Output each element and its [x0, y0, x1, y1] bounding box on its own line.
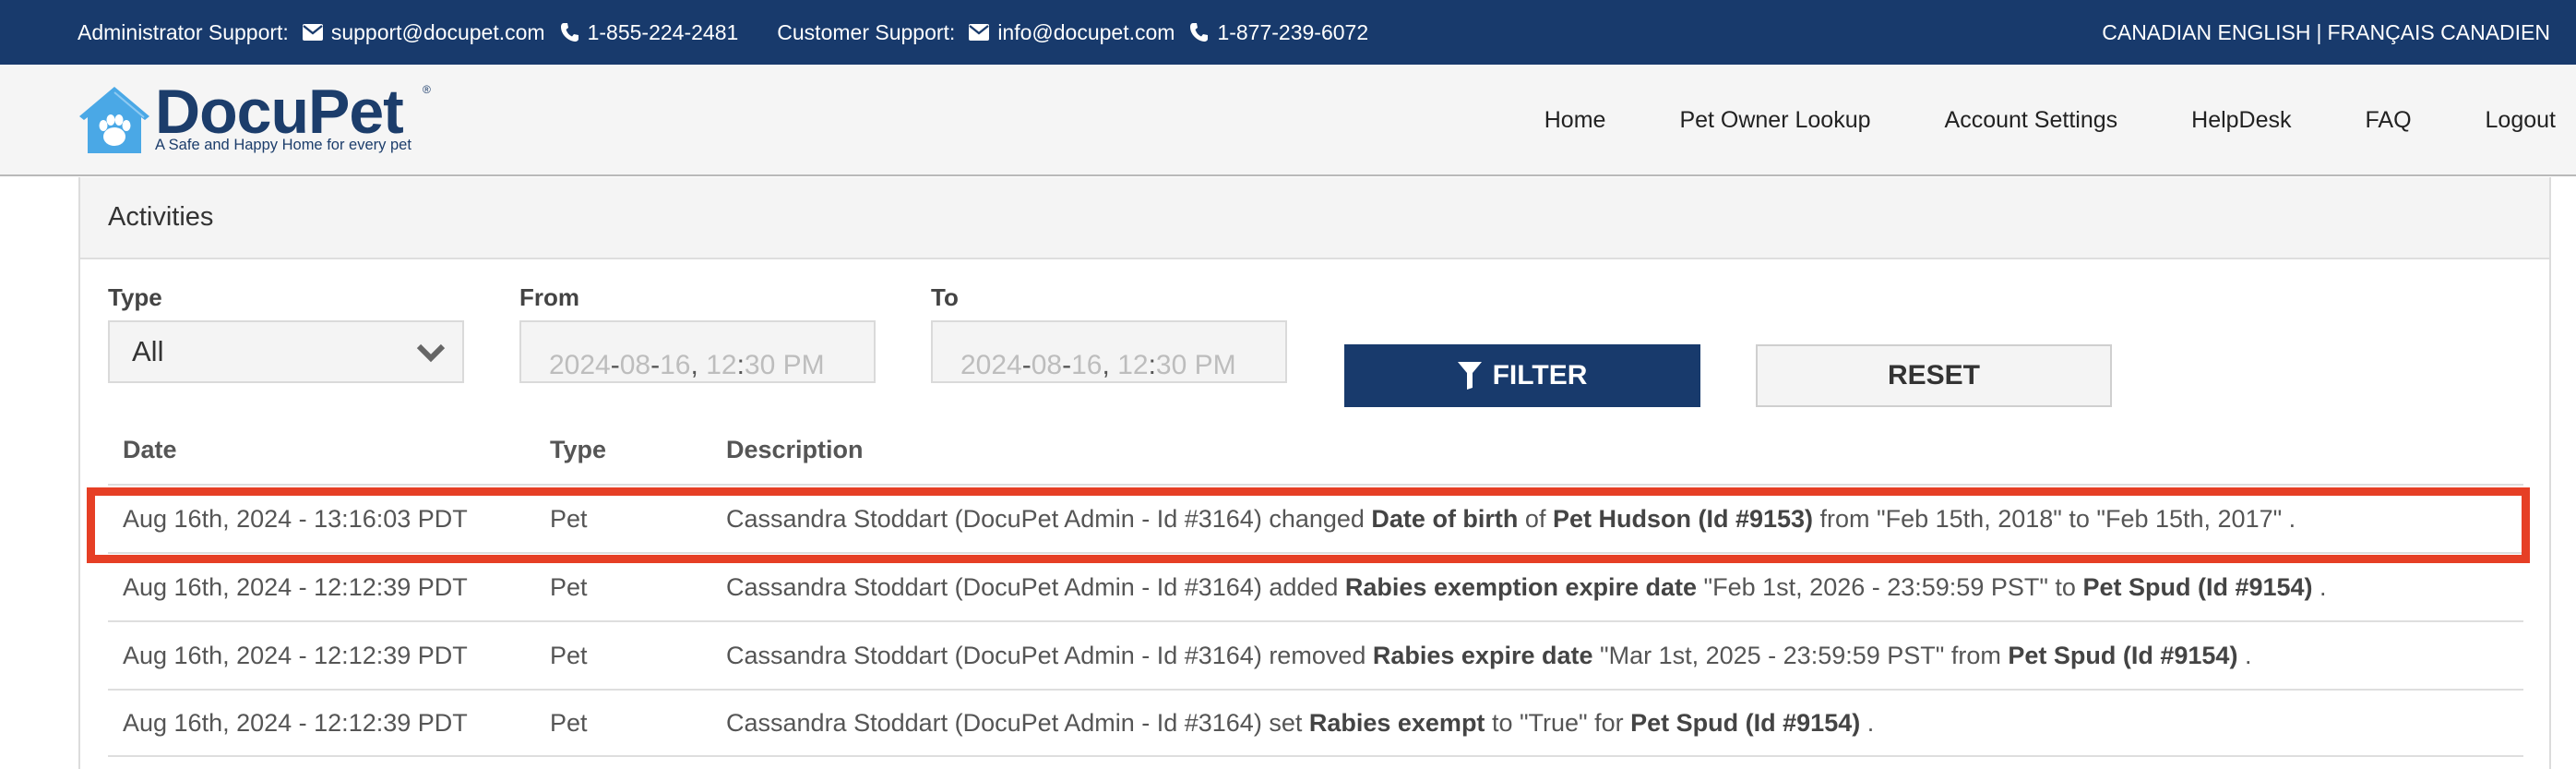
table-body: Aug 16th, 2024 - 13:16:03 PDT Pet Cassandr…	[108, 484, 2523, 757]
description-text: "Feb 1st, 2026 - 23:59:59 PST" to	[1697, 572, 2083, 601]
lang-english-link[interactable]: CANADIAN ENGLISH	[2102, 20, 2310, 45]
nav-account-settings[interactable]: Account Settings	[1945, 107, 2118, 134]
row-description: Cassandra Stoddart (DocuPet Admin - Id #…	[711, 505, 2523, 534]
nav-faq[interactable]: FAQ	[2366, 107, 2412, 134]
lang-french-link[interactable]: FRANÇAIS CANADIEN	[2327, 20, 2550, 45]
description-text: .	[2312, 572, 2327, 601]
admin-support: Administrator Support: support@docupet.c…	[78, 20, 751, 45]
filter-button[interactable]: FILTER	[1344, 344, 1700, 407]
nav-logout[interactable]: Logout	[2486, 107, 2556, 134]
chevron-down-icon	[416, 342, 446, 367]
table-row: Aug 16th, 2024 - 12:12:39 PDT Pet Cassandr…	[108, 552, 2523, 620]
lang-separator: |	[2316, 19, 2322, 44]
description-emphasis: Rabies exemption expire date	[1344, 572, 1698, 601]
row-description: Cassandra Stoddart (DocuPet Admin - Id #…	[711, 573, 2523, 602]
row-date: Aug 16th, 2024 - 12:12:39 PDT	[123, 572, 468, 601]
site-header: DocuPet ® A Safe and Happy Home for ever…	[0, 65, 2576, 176]
row-type: Pet	[550, 708, 588, 737]
description-text: Cassandra Stoddart (DocuPet Admin - Id #…	[726, 572, 1345, 601]
table-header: Date Type Description	[108, 415, 2523, 484]
description-emphasis: Rabies expire date	[1372, 641, 1593, 669]
description-text: from "Feb 15th, 2018" to "Feb 15th, 2017…	[1813, 504, 2296, 533]
header-description: Description	[726, 435, 864, 463]
description-emphasis: Rabies exempt	[1308, 708, 1485, 737]
panel-header: Activities	[80, 177, 2549, 259]
from-datetime-value: 2024-08-16, 12:30 PM	[549, 350, 825, 380]
row-description: Cassandra Stoddart (DocuPet Admin - Id #…	[711, 709, 2523, 738]
description-emphasis: Date of birth	[1371, 504, 1519, 533]
to-label: To	[931, 283, 959, 311]
reset-button-label: RESET	[1887, 360, 1981, 391]
funnel-icon	[1457, 362, 1482, 390]
panel-title: Activities	[108, 202, 214, 232]
customer-support: Customer Support: info@docupet.com 1-877…	[777, 20, 1381, 45]
reset-button[interactable]: RESET	[1756, 344, 2112, 407]
description-text: to "True" for	[1485, 708, 1631, 737]
header-date: Date	[123, 435, 177, 463]
activities-panel: Activities Type All From 2024-08-16, 12:…	[78, 177, 2551, 769]
description-text: .	[1860, 708, 1875, 737]
filter-bar: Type All From 2024-08-16, 12:30 PM To 20…	[80, 259, 2549, 407]
description-text: Cassandra Stoddart (DocuPet Admin - Id #…	[726, 504, 1372, 533]
row-type: Pet	[550, 641, 588, 669]
description-emphasis: Pet Spud (Id #9154)	[1630, 708, 1861, 737]
row-date: Aug 16th, 2024 - 12:12:39 PDT	[123, 708, 468, 737]
description-emphasis: Pet Spud (Id #9154)	[2008, 641, 2238, 669]
to-filter: To 2024-08-16, 12:30 PM	[931, 283, 1287, 383]
envelope-icon	[302, 21, 324, 43]
description-text: Cassandra Stoddart (DocuPet Admin - Id #…	[726, 641, 1373, 669]
support-contacts: Administrator Support: support@docupet.c…	[78, 0, 1407, 65]
nav-helpdesk[interactable]: HelpDesk	[2191, 107, 2291, 134]
description-text: "Mar 1st, 2025 - 23:59:59 PST" from	[1592, 641, 2009, 669]
header-type: Type	[550, 435, 607, 463]
type-label: Type	[108, 283, 162, 311]
admin-email-link[interactable]: support@docupet.com	[331, 20, 545, 45]
table-row: Aug 16th, 2024 - 12:12:39 PDT Pet Cassandr…	[108, 620, 2523, 689]
envelope-icon	[968, 21, 990, 43]
from-datetime-input[interactable]: 2024-08-16, 12:30 PM	[519, 320, 876, 383]
support-bar: Administrator Support: support@docupet.c…	[0, 0, 2576, 65]
row-date: Aug 16th, 2024 - 13:16:03 PDT	[123, 504, 468, 533]
customer-phone-link[interactable]: 1-877-239-6072	[1217, 20, 1368, 45]
logo-tagline: A Safe and Happy Home for every pet	[155, 137, 411, 153]
to-datetime-value: 2024-08-16, 12:30 PM	[960, 350, 1236, 380]
phone-icon	[1187, 21, 1210, 43]
from-label: From	[519, 283, 579, 311]
customer-email-link[interactable]: info@docupet.com	[997, 20, 1175, 45]
admin-support-label: Administrator Support:	[78, 19, 289, 44]
table-row: Aug 16th, 2024 - 12:12:39 PDT Pet Cassandr…	[108, 689, 2523, 757]
admin-phone-link[interactable]: 1-855-224-2481	[588, 20, 739, 45]
phone-icon	[558, 21, 580, 43]
type-filter: Type All	[108, 283, 464, 383]
nav-pet-owner-lookup[interactable]: Pet Owner Lookup	[1679, 107, 1870, 134]
type-select[interactable]: All	[108, 320, 464, 383]
row-description: Cassandra Stoddart (DocuPet Admin - Id #…	[711, 642, 2523, 670]
description-text: of	[1518, 504, 1553, 533]
description-emphasis: Pet Hudson (Id #9153)	[1552, 504, 1814, 533]
logo-registered-mark: ®	[423, 83, 431, 96]
docupet-logo[interactable]: DocuPet ® A Safe and Happy Home for ever…	[78, 77, 431, 160]
paw-house-icon	[78, 85, 151, 160]
description-text: .	[2237, 641, 2252, 669]
type-select-value: All	[132, 335, 164, 367]
row-date: Aug 16th, 2024 - 12:12:39 PDT	[123, 641, 468, 669]
nav-home[interactable]: Home	[1544, 107, 1606, 134]
to-datetime-input[interactable]: 2024-08-16, 12:30 PM	[931, 320, 1287, 383]
filter-button-label: FILTER	[1492, 360, 1588, 391]
description-text: Cassandra Stoddart (DocuPet Admin - Id #…	[726, 708, 1309, 737]
from-filter: From 2024-08-16, 12:30 PM	[519, 283, 876, 383]
language-switcher: CANADIAN ENGLISH | FRANÇAIS CANADIEN	[2102, 0, 2550, 65]
table-row: Aug 16th, 2024 - 13:16:03 PDT Pet Cassandr…	[108, 484, 2523, 552]
row-type: Pet	[550, 572, 588, 601]
row-type: Pet	[550, 504, 588, 533]
activities-table: Date Type Description Aug 16th, 2024 - 1…	[108, 415, 2523, 757]
customer-support-label: Customer Support:	[777, 19, 956, 44]
main-nav: Home Pet Owner Lookup Account Settings H…	[1471, 65, 2556, 176]
description-emphasis: Pet Spud (Id #9154)	[2082, 572, 2313, 601]
